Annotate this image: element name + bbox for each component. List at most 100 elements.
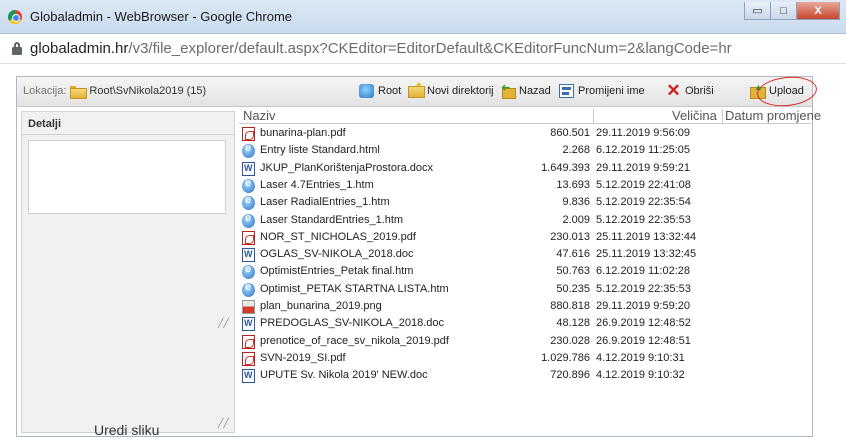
file-row[interactable]: OptimistEntries_Petak final.htm 50.763 6.1… [239,263,811,280]
html-icon [242,177,255,193]
minimize-button[interactable]: ▭ [744,2,771,20]
resize-grip[interactable]: ╱╱ [218,418,229,429]
upload-label: Upload [769,85,804,97]
file-date: 26.9.2019 12:48:52 [596,317,691,330]
file-size: 720.896 [550,369,590,382]
file-name[interactable]: Optimist_PETAK STARTNA LISTA.htm [260,283,449,295]
file-name[interactable]: Entry liste Standard.html [260,144,380,156]
file-name[interactable]: Laser RadialEntries_1.htm [260,196,390,208]
file-row[interactable]: PREDOGLAS_SV-NIKOLA_2018.doc 48.128 26.9.2… [239,316,811,332]
edit-image-button[interactable]: Uredi sliku [94,422,159,437]
word-icon [242,161,255,176]
new-directory-label: Novi direktorij [427,85,494,97]
file-date: 26.9.2019 12:48:51 [596,334,691,347]
file-size: 47.616 [556,248,590,261]
file-row[interactable]: Laser 4.7Entries_1.htm 13.693 5.12.2019 22… [239,177,811,194]
word-icon [242,369,255,384]
file-name[interactable]: UPUTE Sv. Nikola 2019' NEW.doc [260,369,428,381]
file-date: 4.12.2019 9:10:31 [596,351,685,364]
file-row[interactable]: NOR_ST_NICHOLAS_2019.pdf 230.013 25.11.201… [239,230,811,246]
word-icon [242,248,255,263]
file-date: 6.12.2019 11:02:28 [596,265,690,278]
file-name[interactable]: PREDOGLAS_SV-NIKOLA_2018.doc [260,317,444,329]
file-name[interactable]: SVN-2019_SI.pdf [260,352,346,364]
file-row[interactable]: Entry liste Standard.html 2.268 6.12.2019 … [239,142,811,159]
back-label: Nazad [519,85,551,97]
file-row[interactable]: Laser RadialEntries_1.htm 9.836 5.12.2019 … [239,194,811,211]
file-row[interactable]: OGLAS_SV-NIKOLA_2018.doc 47.616 25.11.2019… [239,247,811,263]
chrome-icon [8,10,22,24]
file-size: 9.836 [562,196,590,209]
file-row[interactable]: Laser StandardEntries_1.htm 2.009 5.12.201… [239,212,811,229]
new-directory-button[interactable]: Novi direktorij [408,80,494,98]
file-row[interactable]: JKUP_PlanKorištenjaProstora.docx 1.649.39… [239,161,811,177]
file-size: 50.763 [556,265,590,278]
file-name[interactable]: Laser 4.7Entries_1.htm [260,179,374,191]
pdf-icon [242,351,255,366]
file-date: 29.11.2019 9:59:21 [596,161,690,174]
delete-label: Obriši [685,85,714,97]
file-date: 25.11.2019 13:32:45 [596,248,697,261]
column-header-name[interactable]: Naziv [243,108,276,123]
file-size: 2.009 [562,213,590,226]
html-icon [242,142,255,159]
column-header-size[interactable]: Veličina [672,108,717,123]
back-folder-icon [500,84,516,99]
window-titlebar: Globaladmin - WebBrowser - Google Chrome… [0,0,846,34]
file-list: Naziv Veličina Datum promjene bunarina-p… [239,108,821,435]
details-preview-box [28,140,226,214]
close-button[interactable]: X [796,2,840,20]
maximize-button[interactable]: □ [770,2,797,20]
file-size: 230.028 [550,334,590,347]
location-path: Root\SvNikola2019 (15) [89,85,207,97]
delete-x-icon: ✕ [666,81,681,100]
upload-button[interactable]: Upload [750,82,804,99]
file-name[interactable]: JKUP_PlanKorištenjaProstora.docx [260,162,433,174]
file-size: 2.268 [562,144,590,157]
file-name[interactable]: prenotice_of_race_sv_nikola_2019.pdf [260,335,449,347]
delete-button[interactable]: ✕ Obriši [666,81,714,100]
location-breadcrumb: Lokacija: Root\SvNikola2019 (15) [23,85,207,99]
rename-button[interactable]: Promijeni ime [559,84,645,98]
file-date: 5.12.2019 22:41:08 [596,178,691,191]
word-icon [242,317,255,332]
file-row[interactable]: Optimist_PETAK STARTNA LISTA.htm 50.235 5.… [239,281,811,298]
pdf-icon [242,230,255,245]
file-date: 29.11.2019 9:56:09 [596,127,690,139]
page-content: Lokacija: Root\SvNikola2019 (15) Root No… [0,64,846,437]
url-text[interactable]: globaladmin.hr/v3/file_explorer/default.… [30,40,732,57]
rename-icon [559,84,574,98]
file-name[interactable]: OptimistEntries_Petak final.htm [260,265,413,277]
file-row[interactable]: SVN-2019_SI.pdf 1.029.786 4.12.2019 9:10:3… [239,351,811,367]
file-row[interactable]: plan_bunarina_2019.png 880.818 29.11.2019 … [239,299,811,315]
file-size: 13.693 [556,178,590,191]
html-icon [242,263,255,280]
html-icon [242,212,255,228]
root-button[interactable]: Root [359,84,401,98]
resize-grip[interactable]: ╱╱ [218,318,229,329]
column-separator[interactable] [593,109,594,123]
url-path: /v3/file_explorer/default.aspx?CKEditor=… [128,40,732,57]
file-name[interactable]: OGLAS_SV-NIKOLA_2018.doc [260,248,413,260]
file-name[interactable]: bunarina-plan.pdf [260,127,346,139]
location-label: Lokacija: [23,85,67,97]
lock-icon[interactable] [12,42,22,55]
file-date: 4.12.2019 9:10:32 [596,369,685,382]
file-row[interactable]: prenotice_of_race_sv_nikola_2019.pdf 230.… [239,334,811,350]
folder-icon [70,85,88,99]
file-row[interactable]: bunarina-plan.pdf 860.501 29.11.2019 9:56:… [239,126,811,142]
address-bar[interactable]: globaladmin.hr/v3/file_explorer/default.… [0,34,846,64]
file-name[interactable]: NOR_ST_NICHOLAS_2019.pdf [260,231,416,243]
details-header: Detalji [28,118,62,130]
file-name[interactable]: Laser StandardEntries_1.htm [260,214,403,226]
file-name[interactable]: plan_bunarina_2019.png [260,300,382,312]
file-date: 25.11.2019 13:32:44 [596,230,697,243]
column-header-date[interactable]: Datum promjene [725,108,821,123]
column-separator[interactable] [722,109,723,123]
file-size: 860.501 [550,127,590,139]
pdf-icon [242,334,255,349]
file-row[interactable]: UPUTE Sv. Nikola 2019' NEW.doc 720.896 4.1… [239,368,811,384]
file-date: 6.12.2019 11:25:05 [596,144,690,157]
back-button[interactable]: Nazad [500,84,551,99]
image-icon [242,300,255,314]
